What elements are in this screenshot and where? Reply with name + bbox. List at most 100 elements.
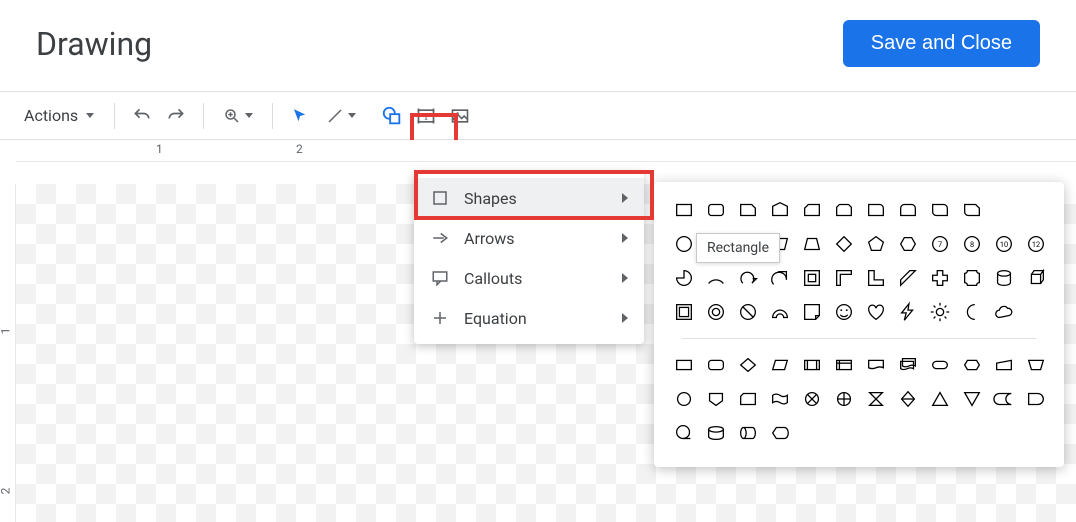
- caret-down-icon: [245, 113, 253, 118]
- shape-flowchart-decision[interactable]: [732, 349, 764, 381]
- save-and-close-button[interactable]: Save and Close: [843, 20, 1040, 67]
- shape-flowchart-alternate[interactable]: [700, 349, 732, 381]
- shape-cross[interactable]: [924, 262, 956, 294]
- shape-tool[interactable]: [375, 99, 409, 133]
- shape-plaque[interactable]: [956, 262, 988, 294]
- shape-bevel[interactable]: [668, 296, 700, 328]
- image-tool[interactable]: [443, 99, 477, 133]
- callout-icon: [430, 268, 450, 288]
- select-tool[interactable]: [283, 99, 317, 133]
- shape-folded-corner[interactable]: [796, 296, 828, 328]
- shape-diamond[interactable]: [828, 228, 860, 260]
- shape-flowchart-delay[interactable]: [1020, 383, 1052, 415]
- shape-snip-diagonal[interactable]: [796, 194, 828, 226]
- shape-pie[interactable]: [668, 262, 700, 294]
- actions-menu[interactable]: Actions: [14, 100, 104, 131]
- zoom-button[interactable]: [214, 99, 262, 133]
- shape-triangle-top[interactable]: [764, 194, 796, 226]
- menu-item-label: Arrows: [464, 229, 515, 248]
- caret-down-icon: [348, 113, 356, 118]
- shape-octagon[interactable]: 8: [956, 228, 988, 260]
- shape-lightning-bolt[interactable]: [892, 296, 924, 328]
- menu-item-callouts[interactable]: Callouts: [414, 258, 644, 298]
- shape-flowchart-connector[interactable]: [668, 383, 700, 415]
- shape-decagon[interactable]: 10: [988, 228, 1020, 260]
- shape-flowchart-internal-storage[interactable]: [828, 349, 860, 381]
- shape-snip-same-side[interactable]: [828, 194, 860, 226]
- shape-flowchart-process[interactable]: [668, 349, 700, 381]
- image-icon: [450, 106, 470, 126]
- shape-diagonal-stripe[interactable]: [892, 262, 924, 294]
- shape-rounded-rectangle[interactable]: [700, 194, 732, 226]
- shape-snip-round-single[interactable]: [956, 194, 988, 226]
- shape-block-arc[interactable]: [764, 296, 796, 328]
- shape-trapezoid[interactable]: [796, 228, 828, 260]
- ruler-mark: 2: [296, 142, 303, 156]
- shape-donut[interactable]: [700, 296, 732, 328]
- shape-flowchart-manual-input[interactable]: [988, 349, 1020, 381]
- shape-flowchart-multidocument[interactable]: [892, 349, 924, 381]
- shape-teardrop[interactable]: [732, 262, 764, 294]
- shape-snip-single-corner[interactable]: [732, 194, 764, 226]
- shape-flowchart-preparation[interactable]: [956, 349, 988, 381]
- shape-cloud[interactable]: [988, 296, 1020, 328]
- shape-sun[interactable]: [924, 296, 956, 328]
- shape-smiley[interactable]: [828, 296, 860, 328]
- shape-flowchart-or[interactable]: [828, 383, 860, 415]
- shape-round-single-corner[interactable]: [860, 194, 892, 226]
- shape-flowchart-direct-storage[interactable]: [732, 417, 764, 449]
- shape-flowchart-stored-data[interactable]: [988, 383, 1020, 415]
- caret-right-icon: [622, 273, 628, 283]
- menu-item-equation[interactable]: Equation: [414, 298, 644, 338]
- toolbar-separator: [203, 103, 204, 129]
- shape-flowchart-extract[interactable]: [924, 383, 956, 415]
- shape-flowchart-sort[interactable]: [892, 383, 924, 415]
- shape-category-menu: Shapes Arrows Callouts Equation: [414, 172, 644, 344]
- arrow-right-icon: [430, 228, 450, 248]
- shape-cube[interactable]: [1020, 262, 1052, 294]
- shape-flowchart-seq-storage[interactable]: [668, 417, 700, 449]
- shape-no-symbol[interactable]: [732, 296, 764, 328]
- undo-button[interactable]: [125, 99, 159, 133]
- redo-button[interactable]: [159, 99, 193, 133]
- menu-item-shapes[interactable]: Shapes: [414, 178, 644, 218]
- shape-frame[interactable]: [796, 262, 828, 294]
- caret-right-icon: [622, 233, 628, 243]
- shape-can[interactable]: [988, 262, 1020, 294]
- line-tool[interactable]: [317, 99, 365, 133]
- menu-item-arrows[interactable]: Arrows: [414, 218, 644, 258]
- shape-flowchart-card[interactable]: [732, 383, 764, 415]
- shape-heptagon[interactable]: 7: [924, 228, 956, 260]
- shape-flowchart-magnetic-disk[interactable]: [700, 417, 732, 449]
- menu-item-label: Shapes: [464, 189, 517, 208]
- shape-flowchart-document[interactable]: [860, 349, 892, 381]
- shape-hexagon[interactable]: [892, 228, 924, 260]
- shape-flowchart-manual-operation[interactable]: [1020, 349, 1052, 381]
- shapes-palette: 7810 12: [654, 182, 1064, 467]
- shape-l-shape[interactable]: [860, 262, 892, 294]
- shape-heart[interactable]: [860, 296, 892, 328]
- shape-flowchart-tape[interactable]: [764, 383, 796, 415]
- shape-round-diagonal[interactable]: [924, 194, 956, 226]
- shape-moon[interactable]: [956, 296, 988, 328]
- shape-flowchart-display[interactable]: [764, 417, 796, 449]
- shape-round-same-side[interactable]: [892, 194, 924, 226]
- svg-text:12: 12: [1032, 240, 1040, 249]
- shape-flowchart-data[interactable]: [764, 349, 796, 381]
- shape-pentagon[interactable]: [860, 228, 892, 260]
- shape-flowchart-predefined[interactable]: [796, 349, 828, 381]
- shape-arc[interactable]: [700, 262, 732, 294]
- shape-flowchart-offpage[interactable]: [700, 383, 732, 415]
- shape-rectangle[interactable]: [668, 194, 700, 226]
- plus-icon: [430, 308, 450, 328]
- textbox-tool[interactable]: T: [409, 99, 443, 133]
- shape-flowchart-collate[interactable]: [860, 383, 892, 415]
- shape-half-frame[interactable]: [828, 262, 860, 294]
- shape-dodecagon[interactable]: 12: [1020, 228, 1052, 260]
- shape-teardrop-alt[interactable]: [764, 262, 796, 294]
- toolbar-separator: [114, 103, 115, 129]
- shape-flowchart-terminator[interactable]: [924, 349, 956, 381]
- menu-item-label: Callouts: [464, 269, 522, 288]
- shape-flowchart-summing[interactable]: [796, 383, 828, 415]
- shape-flowchart-merge[interactable]: [956, 383, 988, 415]
